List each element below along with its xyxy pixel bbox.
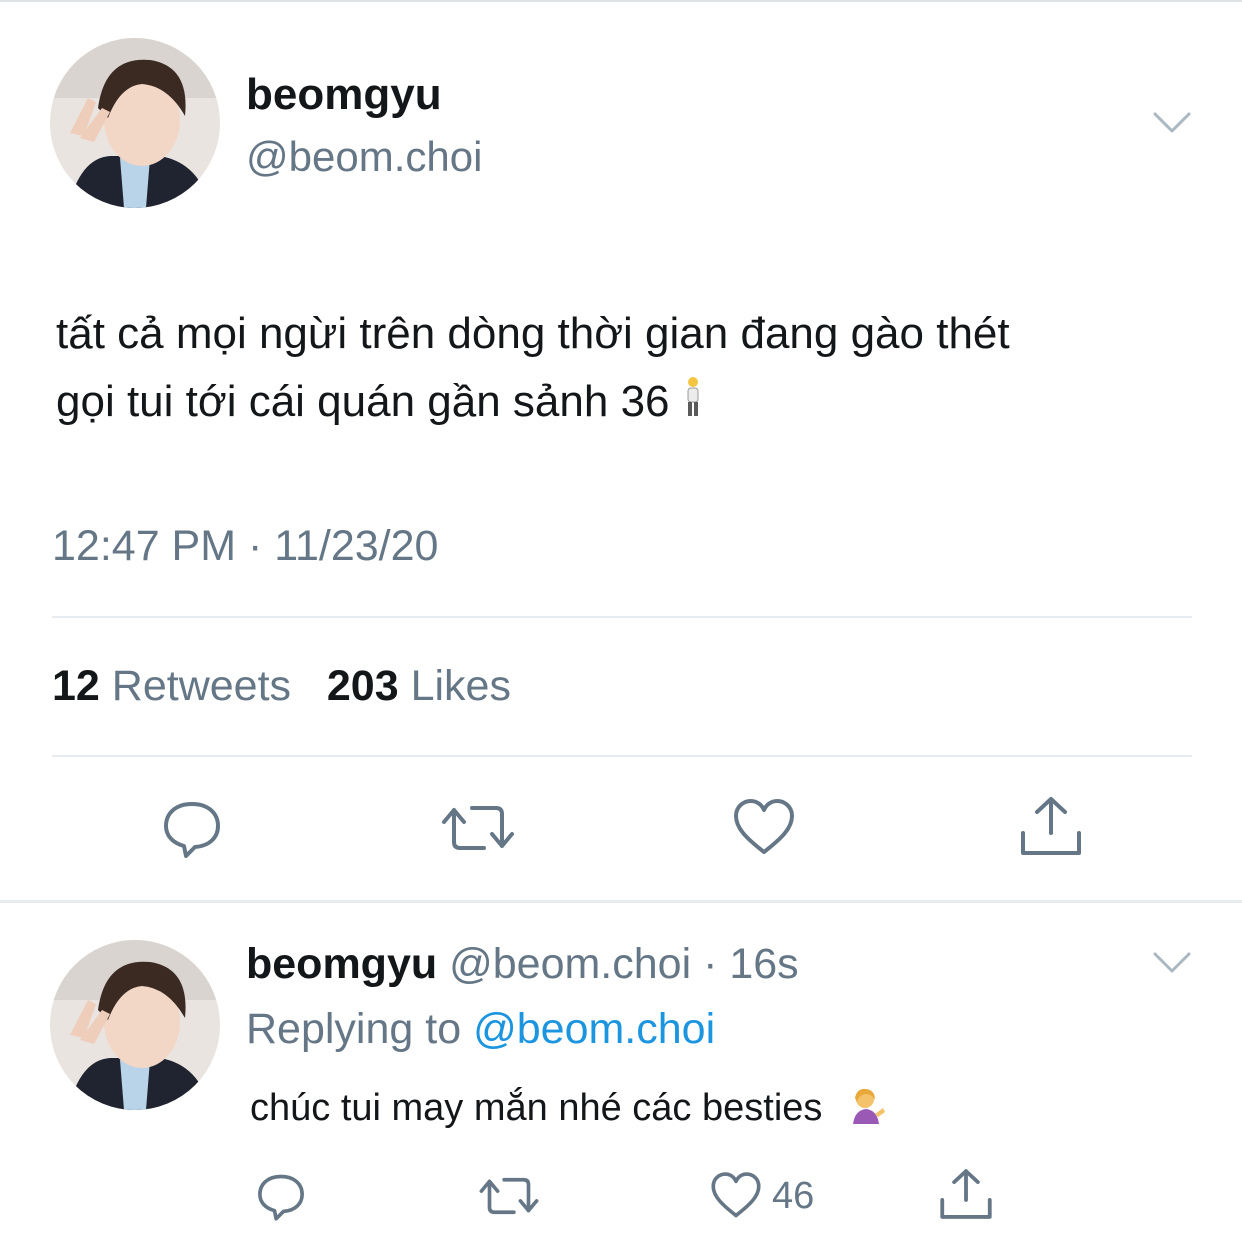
divider [52,616,1192,618]
replying-to-label: Replying to [246,1005,462,1053]
reply-like-count[interactable]: 46 [772,1175,814,1218]
avatar[interactable] [50,940,220,1110]
reply-button[interactable] [255,1170,307,1222]
retweet-count[interactable]: 12 [52,662,100,710]
like-label[interactable]: Likes [411,662,511,710]
avatar[interactable] [50,38,220,208]
chevron-down-icon[interactable] [1152,950,1192,981]
comment-icon [258,1174,304,1221]
engagement-counts: 12 Retweets 203 Likes [52,662,511,711]
chevron-down-icon[interactable] [1152,110,1192,141]
display-name[interactable]: beomgyu [246,70,442,120]
tweet-timestamp[interactable]: 12:47 PM · 11/23/20 [52,522,438,571]
retweet-button[interactable] [440,796,516,860]
section-separator [0,900,1242,903]
comment-icon [164,802,220,858]
tweet-text-line: tất cả mọi ngừi trên dòng thời gian đang… [56,309,1010,358]
like-count[interactable]: 203 [327,662,399,710]
reply-button[interactable] [160,796,224,860]
reply-text: chúc tui may mắn nhé các besties [250,1084,887,1136]
share-icon [940,1169,992,1219]
retweet-label[interactable]: Retweets [112,662,291,710]
tweet-text: tất cả mọi ngừi trên dòng thời gian đang… [56,300,1206,438]
heart-icon [734,799,794,854]
retweet-button[interactable] [478,1170,540,1222]
tweet-text-line: gọi tui tới cái quán gần sảnh 36 [56,368,1206,438]
retweet-icon [442,806,514,850]
like-button[interactable]: 46 [710,1170,814,1222]
tipping-hand-emoji-icon [845,1084,887,1136]
mention-link[interactable]: @beom.choi [473,1005,715,1053]
display-name[interactable]: beomgyu [246,940,437,988]
like-button[interactable] [732,796,796,860]
heart-icon [711,1172,761,1218]
standing-person-emoji-icon [682,370,704,438]
replying-to: Replying to @beom.choi [246,1005,715,1054]
retweet-icon [479,1177,539,1215]
top-border [0,0,1242,2]
share-button[interactable] [938,1166,994,1222]
divider [52,755,1192,757]
share-icon [1021,797,1081,855]
user-handle-time[interactable]: @beom.choi · 16s [449,940,799,988]
share-button[interactable] [1018,793,1084,859]
reply-header: beomgyu @beom.choi · 16s [246,940,799,989]
user-handle[interactable]: @beom.choi [246,133,482,181]
